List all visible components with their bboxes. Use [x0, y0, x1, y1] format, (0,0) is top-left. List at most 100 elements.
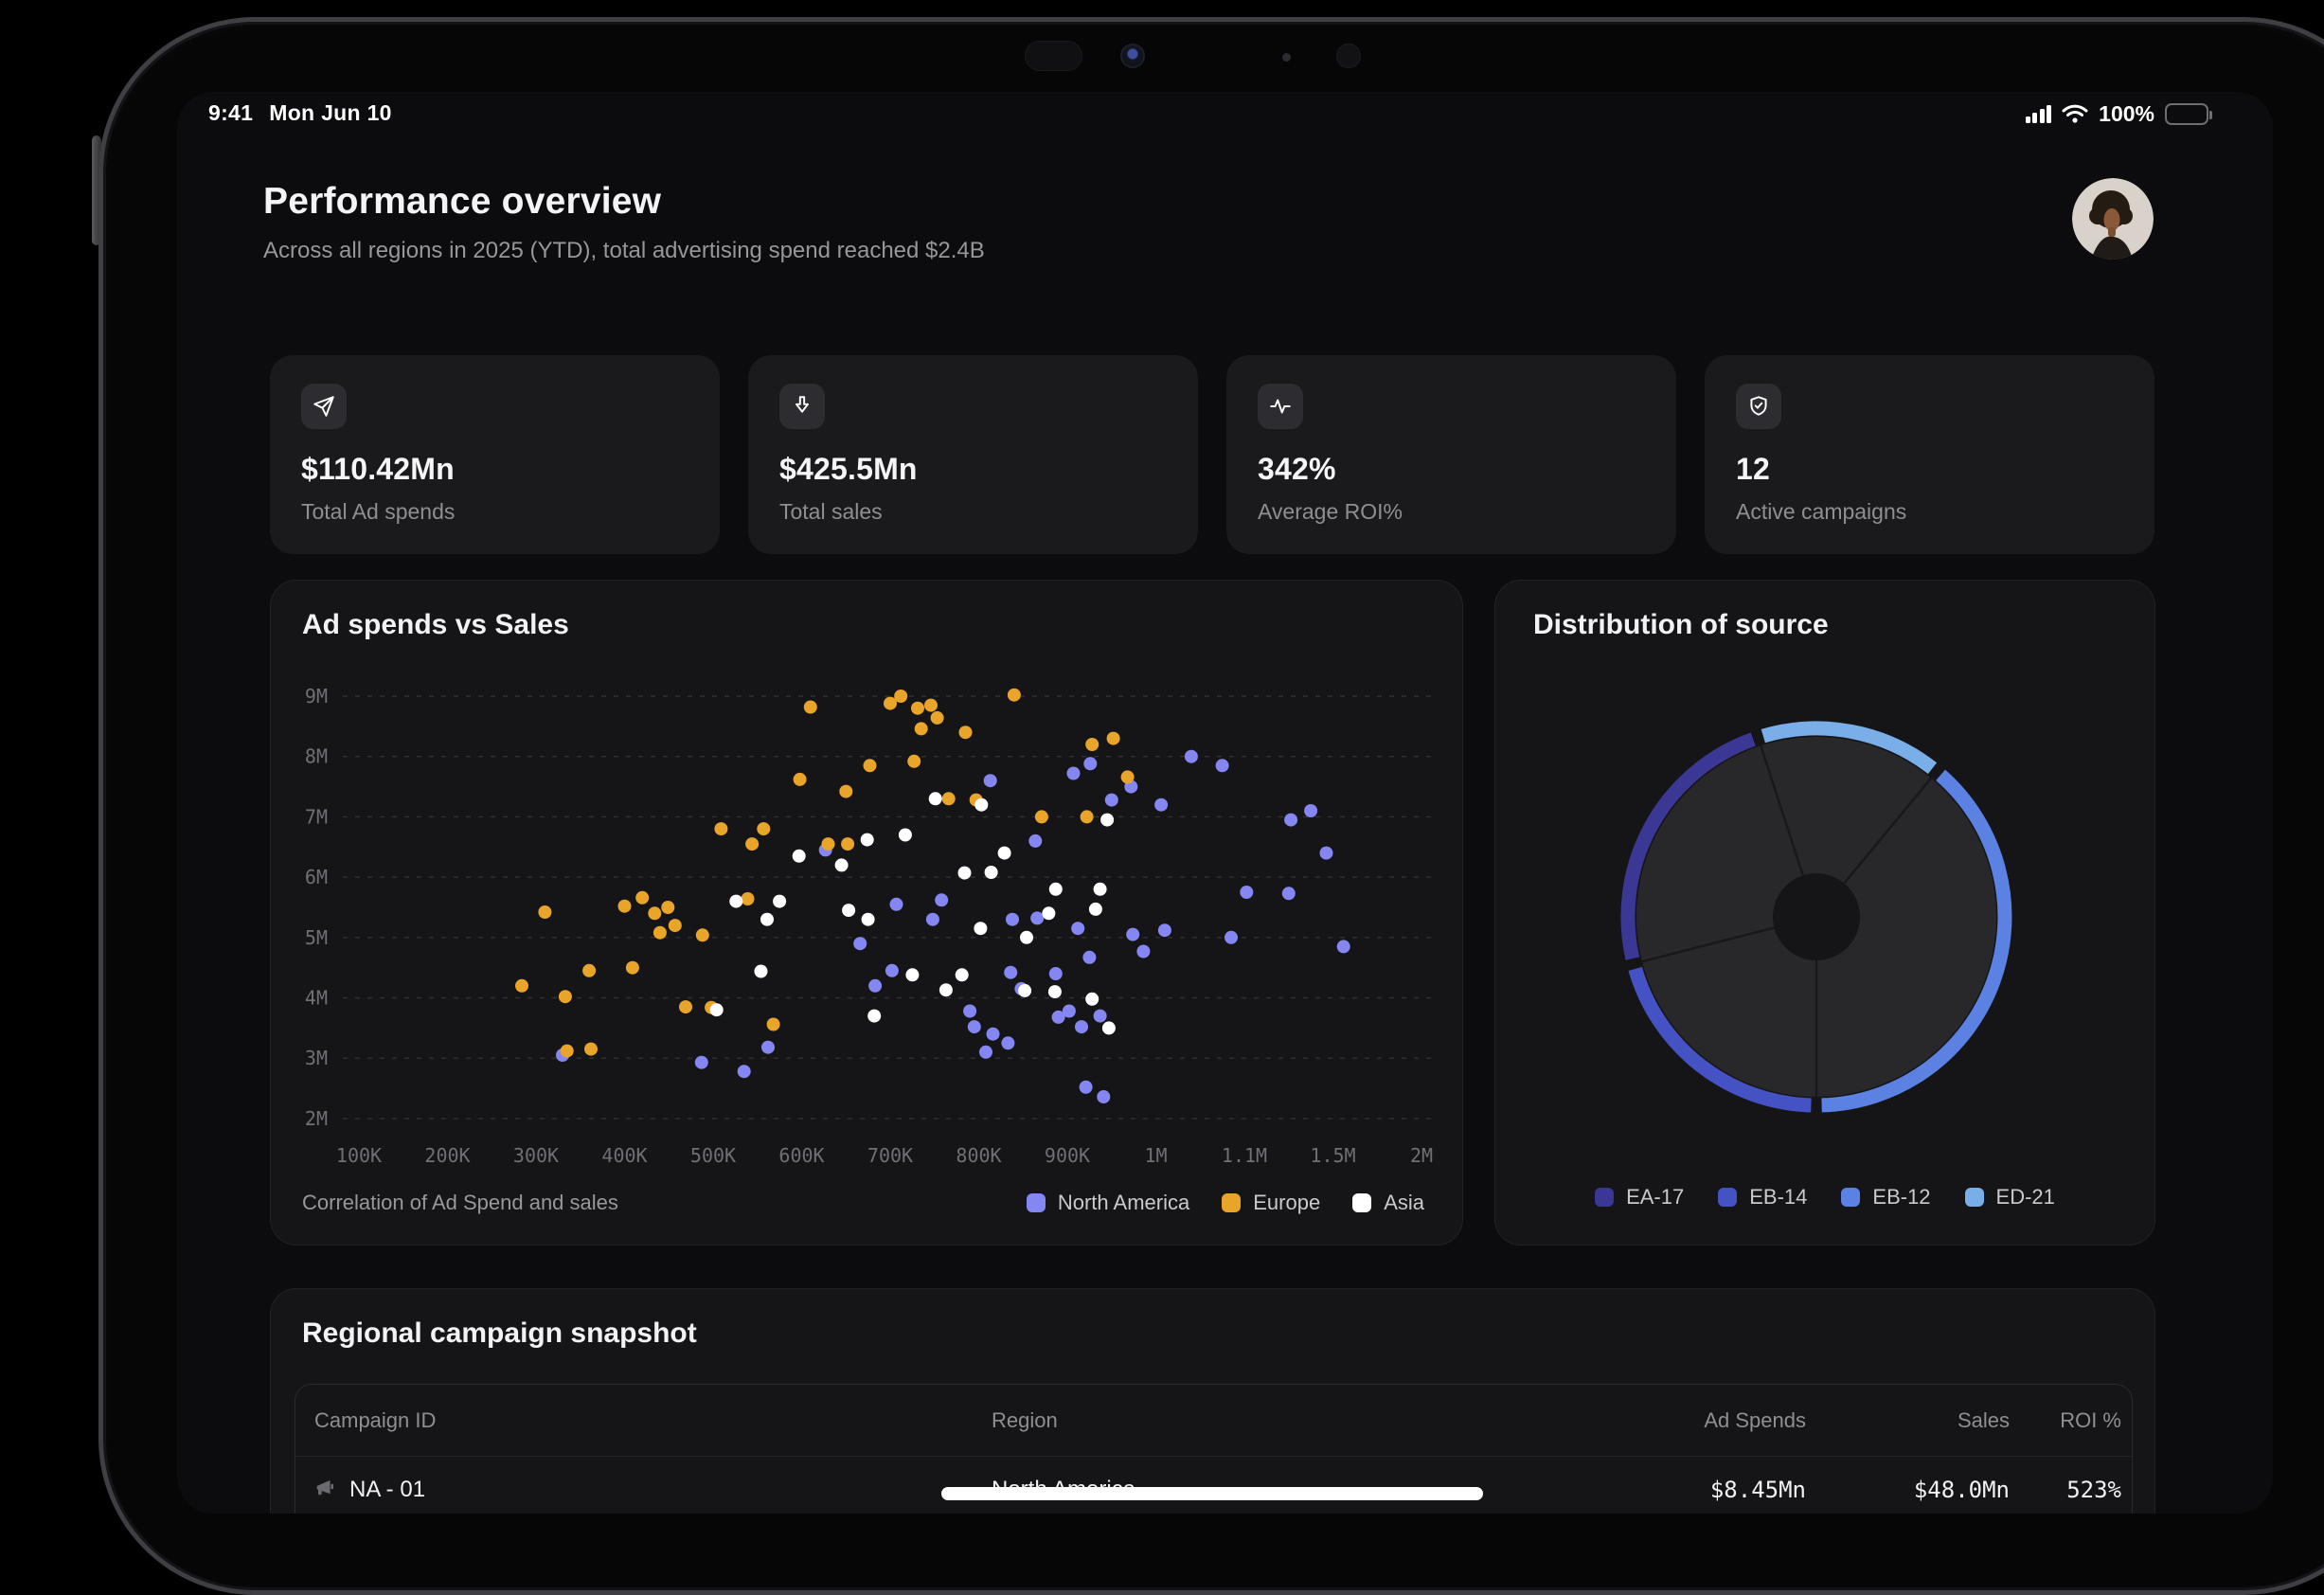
legend-item-eb-14[interactable]: EB-14 — [1718, 1185, 1807, 1210]
page-title: Performance overview — [263, 181, 661, 223]
data-point — [911, 702, 924, 715]
ad-spends: $8.45Mn — [1432, 1477, 1806, 1503]
data-point — [985, 866, 998, 879]
legend-item-ed-21[interactable]: ED-21 — [1965, 1185, 2055, 1210]
y-axis-tick: 8M — [305, 745, 328, 768]
data-point — [968, 1020, 981, 1033]
data-point — [915, 722, 928, 735]
x-axis-tick: 1M — [1144, 1144, 1167, 1167]
data-point — [1094, 1010, 1107, 1023]
legend-label: EB-14 — [1749, 1185, 1807, 1210]
data-point — [1094, 883, 1107, 896]
data-point — [1126, 928, 1139, 941]
x-axis-tick: 1.1M — [1222, 1144, 1267, 1167]
data-point — [1225, 931, 1238, 944]
stat-cards-row: $110.42MnTotal Ad spends$425.5MnTotal sa… — [270, 355, 2155, 554]
data-point — [738, 1065, 751, 1078]
data-point — [841, 837, 854, 851]
data-point — [1018, 984, 1031, 997]
data-point — [1052, 1011, 1065, 1024]
data-point — [935, 893, 948, 906]
battery-percent: 100% — [2099, 101, 2154, 127]
data-point — [679, 1000, 692, 1013]
data-point — [1081, 810, 1094, 823]
data-point — [861, 833, 874, 847]
x-axis-tick: 700K — [867, 1144, 913, 1167]
camera-sensor-dot — [1282, 53, 1291, 62]
data-point — [757, 822, 770, 835]
stat-card-1: $110.42MnTotal Ad spends — [270, 355, 720, 554]
data-point — [1185, 750, 1198, 763]
legend-item-ea-17[interactable]: EA-17 — [1595, 1185, 1684, 1210]
data-point — [842, 904, 855, 917]
data-point — [835, 858, 849, 871]
data-point — [1083, 757, 1097, 770]
legend-item-asia[interactable]: Asia — [1352, 1191, 1424, 1215]
x-axis-tick: 600K — [778, 1144, 824, 1167]
data-point — [773, 895, 786, 908]
legend-label: EB-12 — [1872, 1185, 1930, 1210]
legend-item-europe[interactable]: Europe — [1222, 1191, 1320, 1215]
page-subtitle: Across all regions in 2025 (YTD), total … — [263, 238, 985, 264]
wifi-icon — [2062, 103, 2088, 124]
data-point — [1085, 738, 1099, 751]
scatter-panel: Ad spends vs Sales 9M8M7M6M5M4M3M2M100K2… — [270, 580, 1463, 1246]
y-axis-tick: 6M — [305, 866, 328, 888]
legend-swatch — [1841, 1188, 1860, 1207]
data-point — [742, 892, 755, 905]
legend-item-eb-12[interactable]: EB-12 — [1841, 1185, 1930, 1210]
legend-swatch — [1718, 1188, 1737, 1207]
avatar[interactable] — [2072, 178, 2154, 260]
legend-label: EA-17 — [1626, 1185, 1684, 1210]
x-axis-tick: 900K — [1045, 1144, 1090, 1167]
data-point — [963, 1005, 976, 1018]
data-point — [1049, 883, 1063, 896]
legend-swatch — [1595, 1188, 1614, 1207]
data-point — [515, 979, 528, 993]
stat-label: Total sales — [779, 499, 883, 525]
donut-center-hole — [1773, 873, 1860, 960]
data-point — [1105, 794, 1118, 807]
roi: 523% — [2010, 1477, 2121, 1503]
data-point — [794, 773, 807, 786]
home-indicator[interactable] — [941, 1487, 1483, 1500]
data-point — [538, 905, 551, 919]
data-point — [761, 1041, 775, 1054]
data-point — [582, 964, 596, 977]
data-point — [905, 968, 919, 981]
y-axis-tick: 2M — [305, 1107, 328, 1130]
data-point — [1030, 911, 1044, 924]
data-point — [899, 829, 912, 842]
data-point — [618, 900, 632, 913]
stat-card-4: 12Active campaigns — [1705, 355, 2154, 554]
data-point — [648, 906, 661, 920]
status-time: 9:41 — [208, 100, 253, 126]
legend-swatch — [1222, 1193, 1241, 1212]
data-point — [998, 847, 1011, 860]
data-point — [710, 1003, 724, 1016]
table-row[interactable]: NA - 01North America$8.45Mn$48.0Mn523% — [295, 1457, 2132, 1514]
data-point — [1154, 798, 1168, 812]
data-point — [839, 785, 852, 798]
column-header-roi-: ROI % — [2010, 1408, 2121, 1433]
legend-swatch — [1027, 1193, 1046, 1212]
camera-pill — [1025, 41, 1082, 71]
stat-value: 342% — [1258, 452, 1336, 487]
status-bar-right: 100% — [2026, 100, 2208, 127]
data-point — [1035, 810, 1048, 823]
legend-label: Asia — [1384, 1191, 1424, 1215]
scatter-series-europe — [515, 689, 1135, 1058]
donut-legend: EA-17 EB-14 EB-12 ED-21 — [1495, 1185, 2154, 1210]
data-point — [907, 755, 921, 768]
data-point — [894, 690, 907, 703]
data-point — [696, 928, 709, 941]
data-point — [1304, 804, 1317, 817]
legend-item-north-america[interactable]: North America — [1027, 1191, 1189, 1215]
data-point — [1042, 906, 1055, 920]
data-point — [958, 867, 972, 880]
column-header-campaign-id: Campaign ID — [314, 1408, 992, 1433]
scatter-caption: Correlation of Ad Spend and sales — [302, 1191, 618, 1215]
data-point — [767, 1018, 780, 1031]
pulse-icon — [1258, 384, 1303, 429]
legend-label: Europe — [1253, 1191, 1320, 1215]
